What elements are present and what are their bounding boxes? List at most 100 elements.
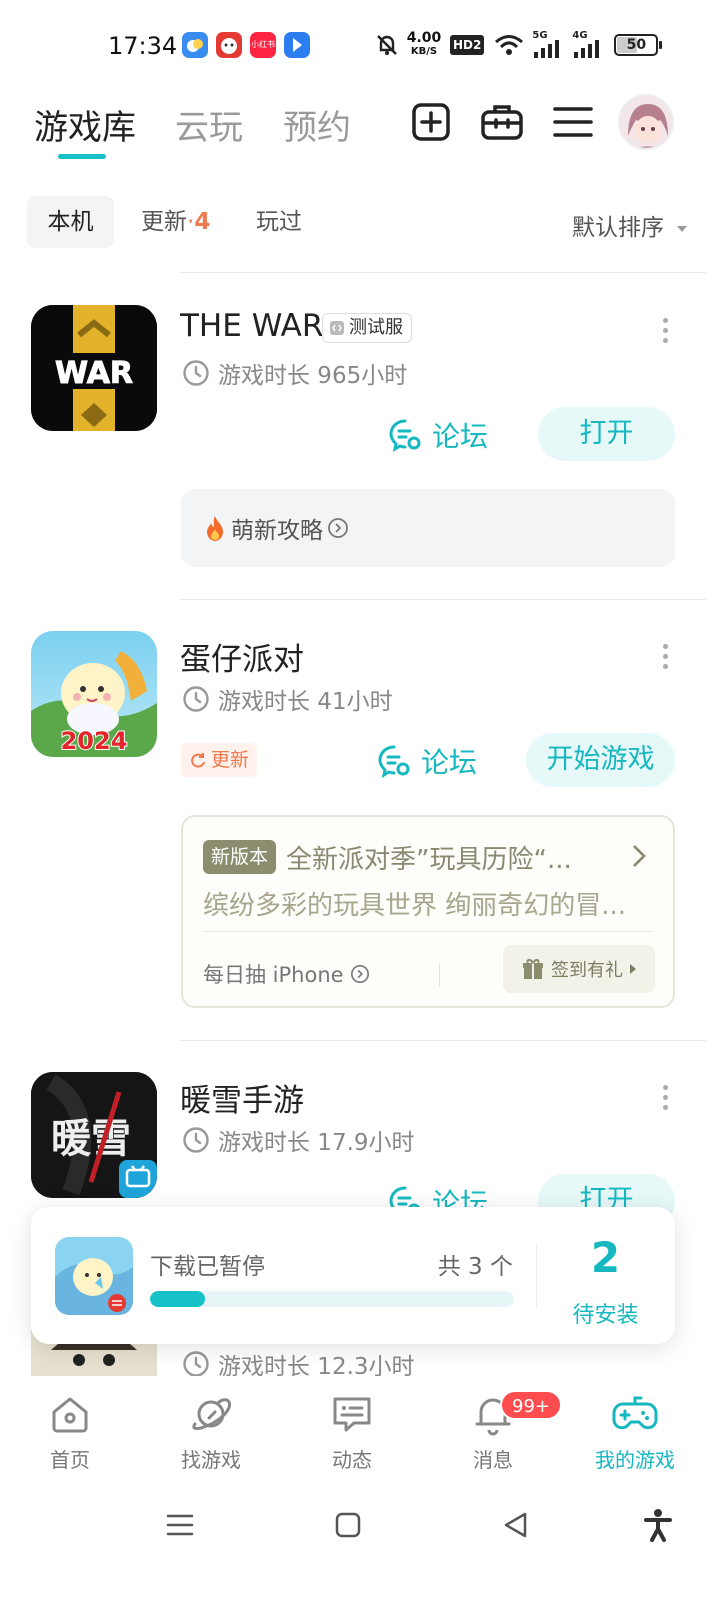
menu-icon[interactable]	[549, 98, 597, 146]
messages-badge: 99+	[500, 1390, 562, 1420]
nav-feed[interactable]: 动态	[297, 1376, 407, 1473]
mute-icon	[377, 35, 397, 55]
recent-apps-icon[interactable]	[165, 1510, 195, 1540]
accessibility-icon[interactable]	[643, 1508, 673, 1542]
nav-messages[interactable]: 消息 99+	[438, 1376, 562, 1473]
game-icon-text: 2024	[61, 727, 128, 755]
forum-button[interactable]: 论坛	[388, 415, 488, 455]
system-nav-bar	[0, 1486, 720, 1600]
download-status: 下载已暂停	[150, 1254, 265, 1280]
divider	[439, 963, 440, 987]
nav-find-games[interactable]: 找游戏	[156, 1376, 266, 1473]
back-icon[interactable]	[501, 1510, 531, 1540]
daily-draw-label: 每日抽 iPhone	[203, 963, 344, 987]
more-icon[interactable]	[663, 318, 671, 348]
sort-dropdown[interactable]: 默认排序	[572, 208, 689, 242]
divider	[180, 272, 706, 273]
daily-draw-link[interactable]: 每日抽 iPhone	[203, 959, 370, 989]
add-icon[interactable]	[407, 98, 455, 146]
download-progress-fill	[150, 1291, 205, 1307]
clock-icon	[183, 1351, 209, 1377]
chevron-right-icon	[633, 845, 646, 867]
forum-button[interactable]: 论坛	[377, 741, 477, 781]
home-icon	[52, 1397, 88, 1433]
forum-label: 论坛	[421, 746, 478, 779]
more-icon[interactable]	[663, 644, 671, 674]
test-server-badge: 测试服	[322, 313, 412, 343]
net-speed-value: 4.00	[406, 30, 442, 46]
hd-icon: HD2	[450, 35, 485, 55]
tab-active-indicator	[58, 154, 106, 159]
forum-label: 论坛	[432, 420, 489, 453]
news-title: 全新派对季”玩具历险“...	[286, 845, 572, 875]
chat-icon	[333, 1397, 371, 1432]
tab-game-library[interactable]: 游戏库	[34, 100, 136, 149]
pending-install-count[interactable]: 2	[536, 1233, 675, 1282]
refresh-icon	[191, 753, 205, 768]
filter-updates-label: 更新	[141, 209, 187, 235]
filter-local[interactable]: 本机	[27, 196, 114, 248]
gift-icon	[523, 959, 543, 979]
nav-my-games[interactable]: 我的游戏	[580, 1376, 690, 1473]
new-version-tag: 新版本	[203, 840, 277, 874]
game-title[interactable]: THE WAR	[180, 308, 323, 344]
nav-home[interactable]: 首页	[15, 1376, 125, 1473]
playtime: 游戏时长 965小时	[182, 356, 407, 390]
pending-install-label[interactable]: 待安装	[536, 1297, 675, 1329]
triangle-right-icon	[630, 964, 636, 974]
start-game-button[interactable]: 开始游戏	[526, 733, 675, 787]
weather-app-icon	[182, 32, 208, 58]
battery-level: 50	[626, 37, 647, 53]
home-square-icon[interactable]	[333, 1510, 363, 1540]
blue-app-icon	[284, 32, 310, 58]
toolbox-icon[interactable]	[478, 98, 526, 146]
game-title[interactable]: 暖雪手游	[180, 1075, 304, 1120]
update-tag[interactable]: 更新	[181, 743, 258, 777]
more-icon[interactable]	[663, 1085, 671, 1115]
fire-icon	[207, 516, 223, 541]
xiaohongshu-app-icon: 小红书	[250, 32, 276, 58]
code-icon	[330, 321, 344, 335]
playtime: 游戏时长 17.9小时	[182, 1123, 415, 1157]
bottom-nav: 首页 找游戏 动态 消息 99+ 我的游戏	[0, 1376, 720, 1486]
avatar[interactable]	[618, 94, 674, 150]
game-title[interactable]: 蛋仔派对	[180, 634, 304, 679]
status-time: 17:34	[108, 32, 178, 60]
clock-icon	[183, 1127, 209, 1153]
signal-4g: 4G	[572, 30, 604, 58]
planet-icon	[192, 1398, 232, 1430]
download-panel[interactable]: 下载已暂停 共 3 个 2 待安装	[31, 1207, 675, 1344]
sort-label: 默认排序	[572, 215, 664, 241]
open-button[interactable]: 打开	[538, 407, 675, 461]
news-desc: 缤纷多彩的玩具世界 绚丽奇幻的冒...	[203, 891, 627, 921]
nav-home-label: 首页	[50, 1448, 90, 1472]
news-card[interactable]: 新版本 全新派对季”玩具历险“... 缤纷多彩的玩具世界 绚丽奇幻的冒... 每…	[181, 815, 675, 1008]
tab-cloud-play[interactable]: 云玩	[175, 100, 243, 149]
beginner-guide[interactable]: 萌新攻略	[181, 489, 675, 567]
game-icon-the-war[interactable]: WAR	[31, 305, 157, 431]
playtime: 游戏时长 41小时	[182, 682, 393, 716]
game-icon-eggy-party[interactable]: 2024	[31, 631, 157, 757]
chevron-right-circle-icon	[328, 518, 348, 538]
red-app-icon	[216, 32, 242, 58]
gamepad-icon	[612, 1396, 658, 1430]
game-icon-warm-snow[interactable]: 暖雪	[31, 1072, 157, 1198]
net-speed: 4.00 KB/S	[404, 30, 444, 57]
checkin-gift-button[interactable]: 签到有礼	[503, 945, 655, 993]
playtime-label: 游戏时长 17.9小时	[218, 1130, 415, 1156]
filter-updates[interactable]: 更新·4	[141, 196, 210, 248]
filter-played[interactable]: 玩过	[256, 196, 302, 248]
divider	[203, 931, 653, 932]
guide-label: 萌新攻略	[231, 518, 323, 544]
signal-icon	[574, 40, 600, 58]
clock-icon	[183, 360, 209, 386]
signal-icon	[534, 40, 560, 58]
filter-updates-count: 4	[194, 209, 211, 235]
update-label: 更新	[211, 749, 250, 771]
net-speed-unit: KB/S	[410, 46, 438, 57]
tab-reservation[interactable]: 预约	[283, 100, 351, 149]
download-game-icon	[55, 1237, 133, 1315]
nav-find-games-label: 找游戏	[181, 1448, 241, 1472]
divider	[180, 1040, 706, 1041]
status-right: 4.00 KB/S HD2 5G 4G 50	[374, 30, 663, 60]
